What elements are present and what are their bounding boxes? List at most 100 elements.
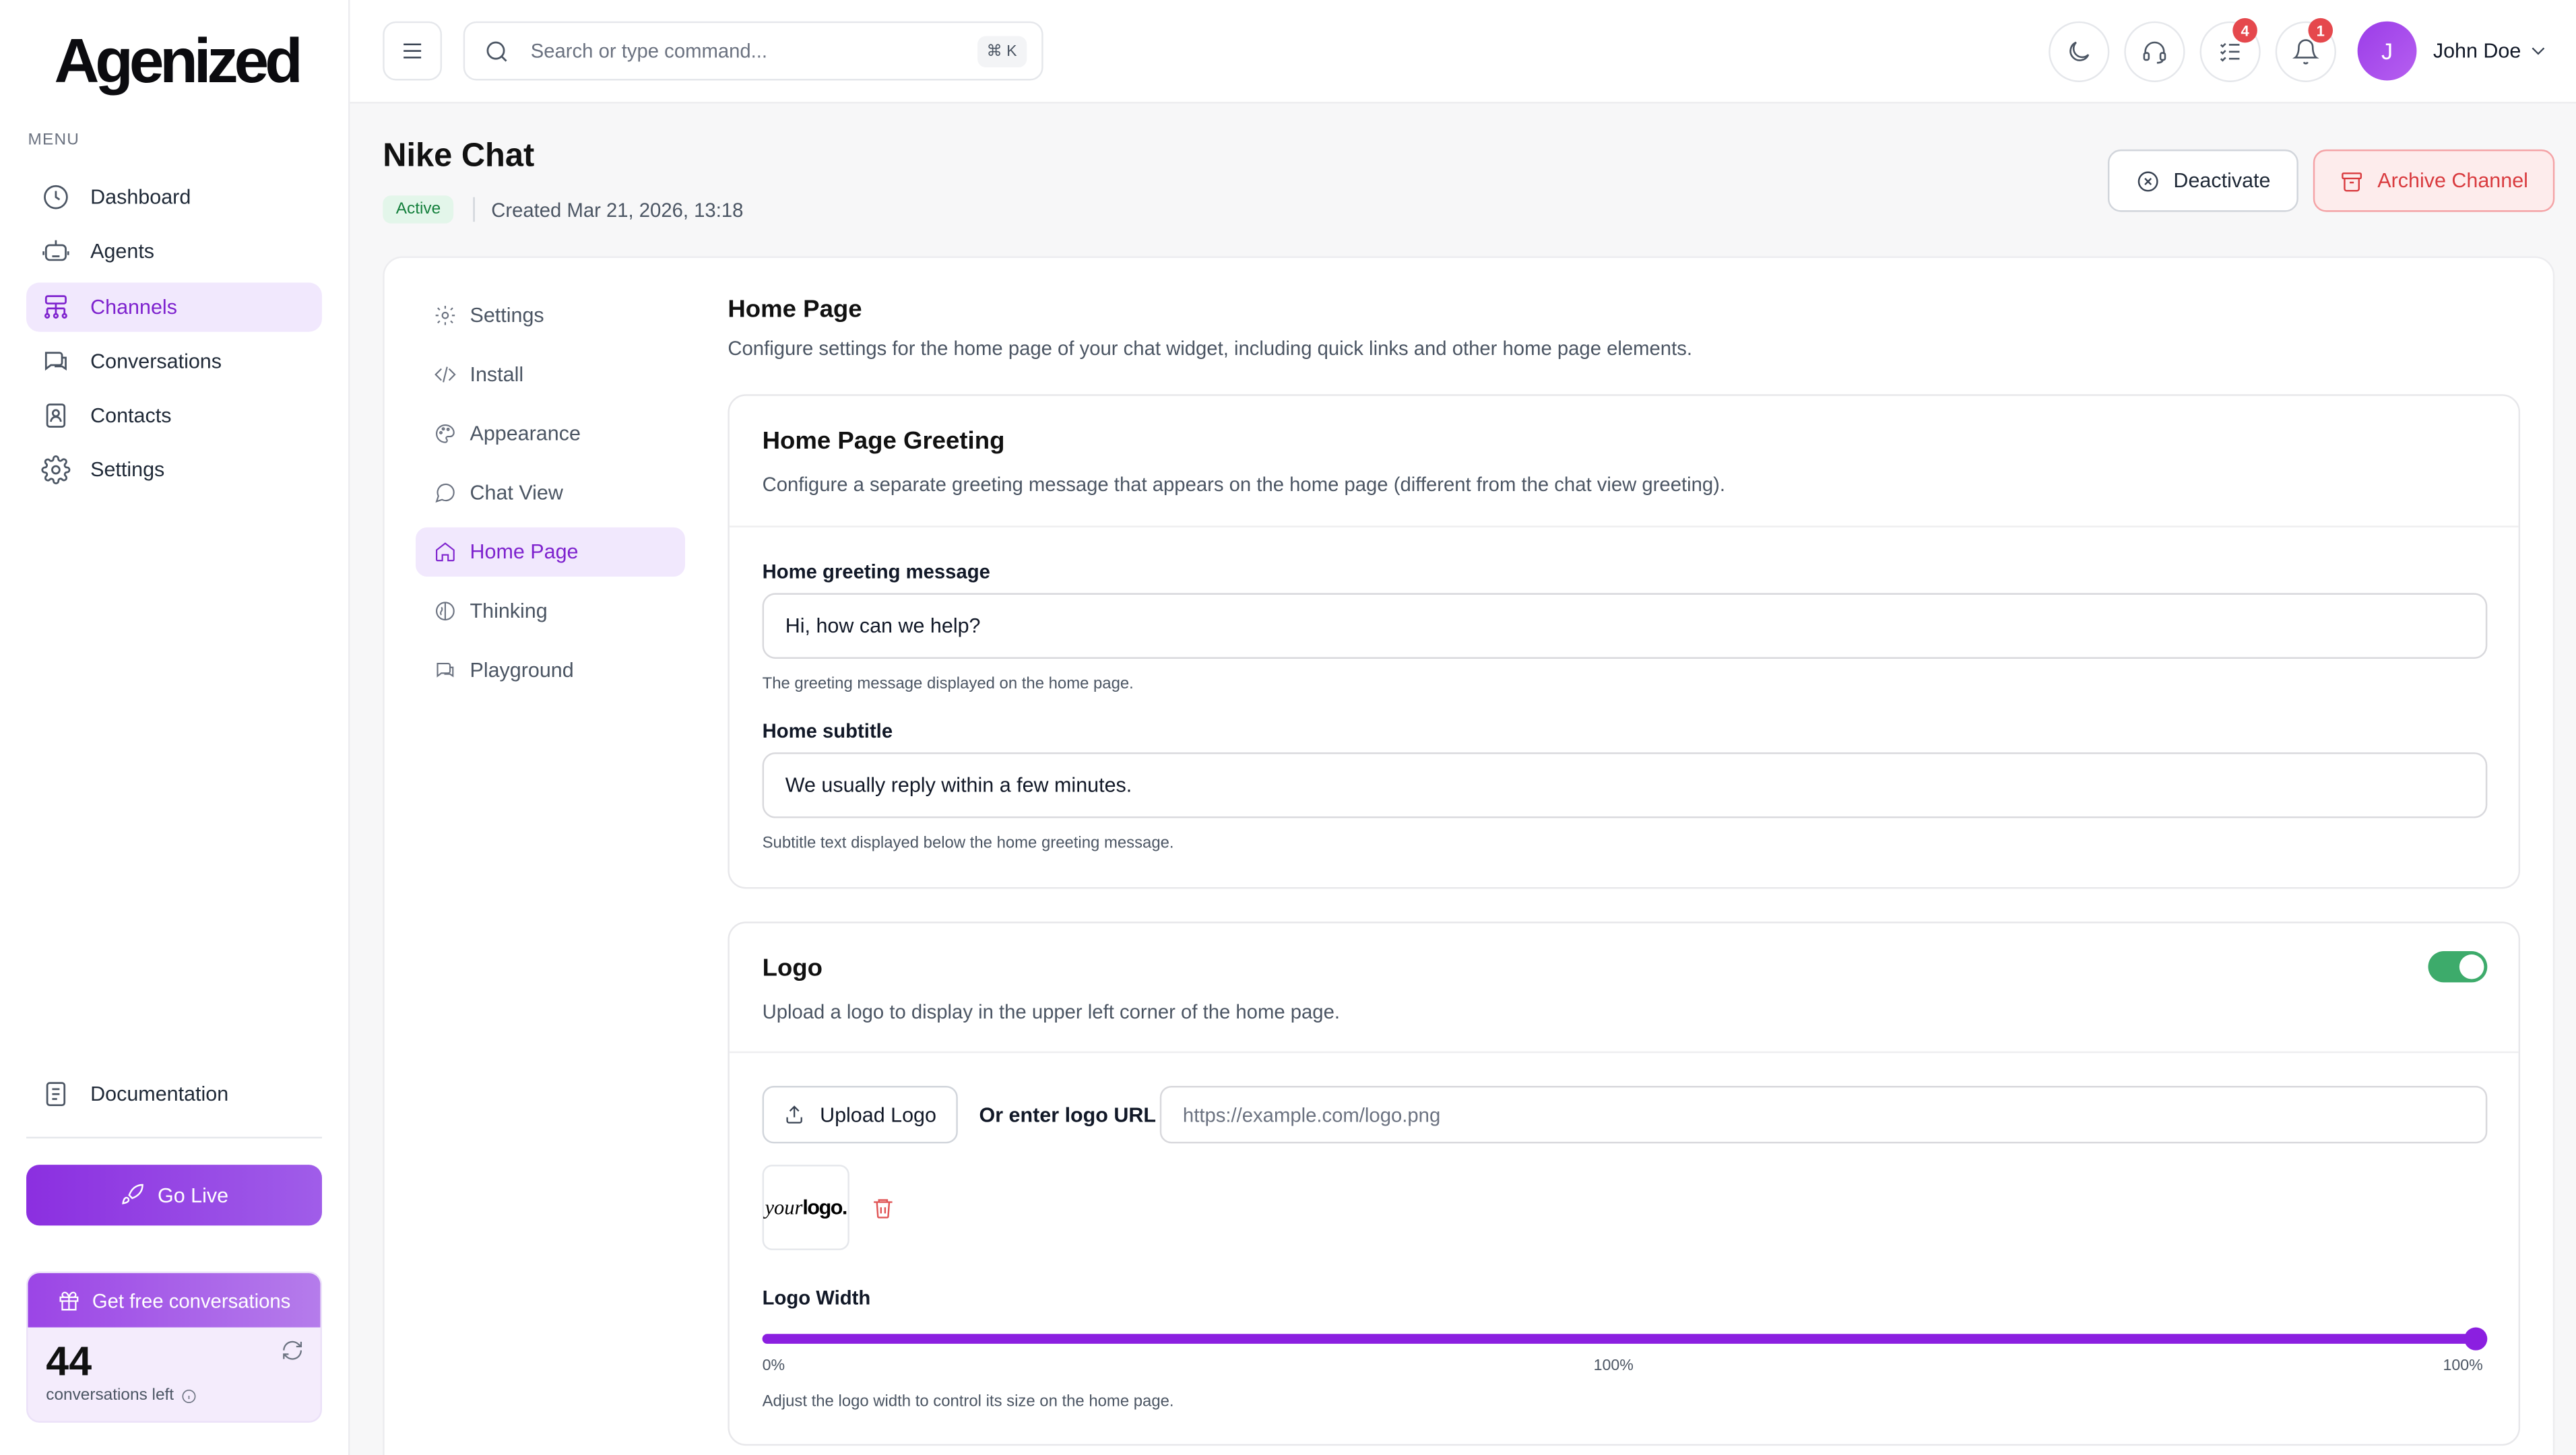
conversations-left-label: conversations left bbox=[46, 1386, 174, 1405]
card-title: Logo bbox=[762, 954, 823, 983]
search-icon bbox=[486, 40, 507, 61]
free-conversations-card: Get free conversations 44 conversations … bbox=[26, 1271, 323, 1423]
tasks-button[interactable]: 4 bbox=[2199, 18, 2261, 82]
conversations-left: conversations left bbox=[46, 1386, 197, 1404]
tab-label: Appearance bbox=[470, 422, 581, 445]
logo-enabled-toggle[interactable] bbox=[2428, 951, 2488, 983]
sidebar-nav: Dashboard Agents Channels Conversations … bbox=[26, 172, 323, 500]
playground-icon bbox=[437, 662, 454, 678]
go-live-label: Go Live bbox=[158, 1184, 229, 1207]
support-button[interactable] bbox=[2124, 21, 2185, 82]
search-placeholder: Search or type command... bbox=[530, 39, 768, 63]
chevron-down-icon[interactable] bbox=[2527, 40, 2550, 63]
bot-icon bbox=[42, 240, 69, 262]
hamburger-icon bbox=[404, 43, 422, 59]
tab-install[interactable]: Install bbox=[416, 350, 685, 399]
sidebar-item-agents[interactable]: Agents bbox=[26, 227, 322, 276]
promo-title: Get free conversations bbox=[92, 1289, 291, 1312]
refresh-icon[interactable] bbox=[281, 1339, 304, 1362]
tasks-badge: 4 bbox=[2232, 18, 2257, 43]
archive-channel-button[interactable]: Archive Channel bbox=[2313, 149, 2555, 212]
brand-logo[interactable]: Agenized bbox=[54, 30, 302, 96]
tab-thinking[interactable]: Thinking bbox=[416, 587, 685, 636]
page-title: Nike Chat bbox=[383, 137, 535, 174]
slider-mid-label: 100% bbox=[1593, 1357, 1634, 1376]
card-divider bbox=[729, 1051, 2519, 1054]
card-title: Home Page Greeting bbox=[762, 427, 1005, 455]
logo-preview-italic: your bbox=[765, 1195, 803, 1219]
home-subtitle-label: Home subtitle bbox=[762, 719, 893, 743]
sidebar: Agenized MENU Dashboard Agents Channels … bbox=[0, 0, 350, 1455]
deactivate-label: Deactivate bbox=[2173, 169, 2271, 193]
card-description: Configure a separate greeting message th… bbox=[762, 473, 1726, 496]
sidebar-item-contacts[interactable]: Contacts bbox=[26, 391, 322, 441]
tab-chat-view[interactable]: Chat View bbox=[416, 468, 685, 517]
logo-width-slider[interactable] bbox=[762, 1334, 2476, 1344]
upload-icon bbox=[786, 1105, 802, 1124]
go-live-button[interactable]: Go Live bbox=[26, 1165, 323, 1226]
archive-icon bbox=[2342, 171, 2362, 191]
sidebar-item-documentation[interactable]: Documentation bbox=[26, 1070, 322, 1119]
headset-icon bbox=[2143, 41, 2166, 64]
sidebar-item-settings[interactable]: Settings bbox=[26, 446, 322, 495]
code-icon bbox=[434, 366, 456, 383]
logo-url-label: Or enter logo URL bbox=[979, 1103, 1157, 1128]
logo-url-input[interactable]: https://example.com/logo.png bbox=[1159, 1086, 2488, 1144]
home-greeting-card: Home Page Greeting Configure a separate … bbox=[728, 394, 2521, 889]
logo-width-label: Logo Width bbox=[762, 1286, 871, 1310]
deactivate-button[interactable]: Deactivate bbox=[2107, 149, 2298, 212]
palette-icon bbox=[436, 424, 455, 443]
sidebar-item-label: Agents bbox=[90, 240, 155, 263]
sidebar-item-channels[interactable]: Channels bbox=[26, 282, 323, 331]
section-description: Configure settings for the home page of … bbox=[728, 336, 1692, 360]
circle-x-icon bbox=[2137, 170, 2158, 191]
menu-toggle-button[interactable] bbox=[383, 21, 443, 81]
logo-width-slider-thumb[interactable] bbox=[2464, 1327, 2488, 1351]
tab-settings[interactable]: Settings bbox=[416, 291, 685, 340]
tab-appearance[interactable]: Appearance bbox=[416, 409, 685, 458]
sidebar-item-dashboard[interactable]: Dashboard bbox=[26, 172, 322, 222]
get-free-conversations-button[interactable]: Get free conversations bbox=[28, 1273, 321, 1328]
tab-label: Playground bbox=[470, 658, 574, 682]
top-bar: Search or type command... ⌘ K 4 1 J John… bbox=[350, 0, 2576, 104]
home-subtitle-input[interactable]: We usually reply within a few minutes. bbox=[762, 752, 2488, 818]
archive-label: Archive Channel bbox=[2377, 169, 2528, 193]
logo-preview-bold: logo. bbox=[802, 1196, 847, 1219]
channels-icon bbox=[44, 294, 67, 318]
dashboard-icon bbox=[44, 185, 68, 209]
sidebar-item-conversations[interactable]: Conversations bbox=[26, 337, 322, 386]
card-divider bbox=[729, 525, 2519, 527]
contacts-icon bbox=[46, 403, 66, 428]
search-input[interactable]: Search or type command... ⌘ K bbox=[463, 21, 1043, 81]
sidebar-item-label: Contacts bbox=[90, 404, 172, 428]
sidebar-item-label: Dashboard bbox=[90, 185, 191, 209]
notifications-button[interactable]: 1 bbox=[2275, 18, 2336, 82]
logo-card: Logo Upload a logo to display in the upp… bbox=[728, 922, 2521, 1446]
notifications-badge: 1 bbox=[2308, 18, 2333, 43]
info-icon[interactable] bbox=[181, 1388, 197, 1404]
home-subtitle-help: Subtitle text displayed below the home g… bbox=[762, 834, 1174, 853]
sidebar-item-label: Settings bbox=[90, 459, 165, 482]
upload-logo-label: Upload Logo bbox=[820, 1103, 936, 1126]
logo-width-help: Adjust the logo width to control its siz… bbox=[762, 1393, 1174, 1411]
tab-label: Thinking bbox=[470, 600, 548, 623]
tab-label: Chat View bbox=[470, 481, 563, 505]
rocket-icon bbox=[122, 1184, 143, 1204]
gift-icon bbox=[59, 1291, 79, 1310]
home-greeting-input[interactable]: Hi, how can we help? bbox=[762, 593, 2488, 659]
created-date: Created Mar 21, 2026, 13:18 bbox=[491, 199, 744, 222]
slider-max-label: 100% bbox=[2443, 1357, 2483, 1376]
app-root: Agenized MENU Dashboard Agents Channels … bbox=[0, 0, 2576, 1455]
tab-home-page[interactable]: Home Page bbox=[416, 527, 685, 577]
search-shortcut: ⌘ K bbox=[976, 36, 1027, 67]
moon-icon bbox=[2069, 41, 2090, 61]
upload-logo-button[interactable]: Upload Logo bbox=[762, 1086, 958, 1144]
avatar[interactable]: J bbox=[2357, 21, 2417, 81]
sidebar-item-label: Channels bbox=[90, 294, 177, 319]
tab-playground[interactable]: Playground bbox=[416, 645, 685, 694]
theme-toggle-button[interactable] bbox=[2049, 21, 2110, 82]
user-name[interactable]: John Doe bbox=[2433, 40, 2521, 63]
section-title: Home Page bbox=[728, 295, 862, 324]
trash-icon[interactable] bbox=[871, 1196, 896, 1221]
brain-icon bbox=[436, 602, 455, 621]
